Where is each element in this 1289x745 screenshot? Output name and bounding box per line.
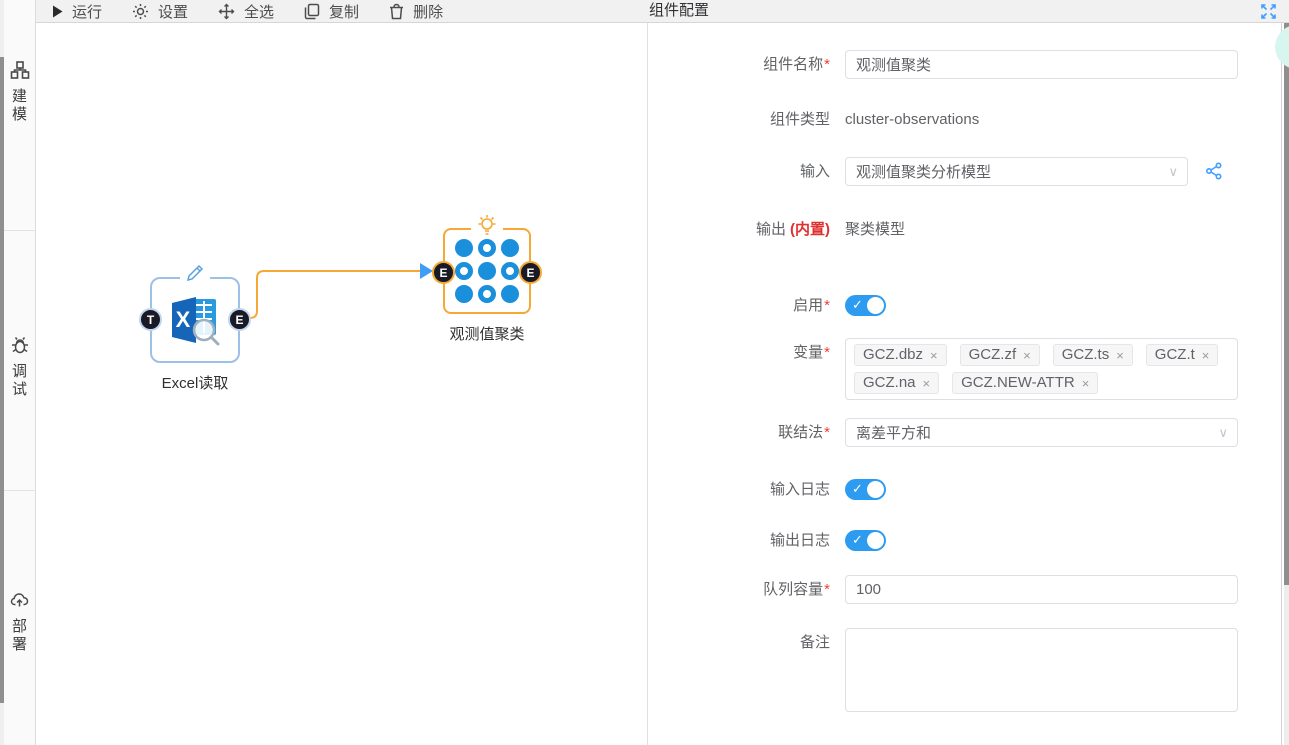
port-e-output[interactable]: E [519, 261, 542, 284]
chevron-down-icon: ∨ [1218, 425, 1228, 441]
required-asterisk: * [824, 56, 830, 73]
tag-remove-icon[interactable]: × [1082, 377, 1090, 390]
expand-icon[interactable] [1260, 3, 1277, 20]
sidebar-divider [4, 230, 35, 231]
tag-remove-icon[interactable]: × [1116, 349, 1124, 362]
field-label-variables: 变量* [648, 338, 830, 367]
right-scrollbar-track[interactable] [1284, 585, 1289, 745]
queue-capacity-input[interactable] [845, 575, 1238, 604]
run-button[interactable]: 运行 [52, 1, 102, 22]
toggle-knob [867, 297, 884, 314]
builtin-badge: (内置) [790, 221, 830, 238]
field-label-linkage: 联结法* [648, 418, 830, 447]
field-label-input-log: 输入日志 [648, 475, 830, 504]
chevron-down-icon: ∨ [1168, 164, 1178, 180]
required-asterisk: * [824, 424, 830, 441]
sidebar-item-label: 部署 [12, 618, 28, 654]
cloud-upload-icon [10, 590, 30, 610]
select-all-button[interactable]: 全选 [218, 1, 274, 22]
node-label: 观测值聚类 [412, 323, 562, 344]
copy-icon [304, 3, 320, 20]
variable-tag: GCZ.dbz× [854, 344, 947, 366]
field-label-remark: 备注 [648, 628, 830, 657]
enabled-toggle[interactable]: ✓ [845, 295, 886, 316]
sidebar-item-modeling[interactable]: 建模 [10, 60, 30, 124]
variable-tag: GCZ.NEW-ATTR× [952, 372, 1098, 394]
output-log-toggle[interactable]: ✓ [845, 530, 886, 551]
right-scrollbar-thumb[interactable] [1284, 23, 1289, 585]
sidebar-item-label: 调试 [12, 363, 28, 399]
node-cluster-observations[interactable]: E E 观测值聚类 [443, 228, 531, 314]
component-type-value: cluster-observations [845, 105, 979, 134]
node-label: Excel读取 [120, 372, 270, 393]
linkage-method-select[interactable]: 离差平方和 ∨ [845, 418, 1238, 447]
tag-remove-icon[interactable]: × [1202, 349, 1210, 362]
workflow-canvas[interactable]: X T E Excel读取 E [36, 23, 647, 745]
svg-text:X: X [176, 307, 191, 332]
toggle-knob [867, 481, 884, 498]
cluster-dots-icon [455, 239, 519, 303]
sidebar-item-label: 建模 [12, 88, 28, 124]
app-window: 建模 调试 部署 [0, 0, 1289, 745]
variable-tag: GCZ.na× [854, 372, 939, 394]
node-excel-reader[interactable]: X T E Excel读取 [150, 277, 240, 363]
field-label-enabled: 启用* [648, 291, 830, 320]
move-icon [218, 3, 235, 20]
field-label-input: 输入 [648, 157, 830, 186]
tag-remove-icon[interactable]: × [923, 377, 931, 390]
field-label-queue-capacity: 队列容量* [648, 575, 830, 604]
panel-divider [647, 0, 648, 745]
trash-icon [389, 3, 404, 20]
component-name-input[interactable] [845, 50, 1238, 79]
share-icon[interactable] [1205, 162, 1223, 180]
right-scrollbar-border [1281, 23, 1282, 745]
component-config-panel: 组件名称* 组件类型 cluster-observations 输入 观测值聚类… [648, 23, 1281, 745]
left-scrollbar-track[interactable] [0, 0, 4, 745]
output-value: 聚类模型 [845, 215, 905, 244]
delete-label: 删除 [413, 1, 443, 22]
copy-label: 复制 [329, 1, 359, 22]
check-icon: ✓ [852, 297, 863, 313]
excel-icon: X [152, 279, 238, 361]
left-sidebar: 建模 调试 部署 [4, 0, 36, 745]
settings-button[interactable]: 设置 [132, 1, 188, 22]
field-label-output-log: 输出日志 [648, 526, 830, 555]
sidebar-item-deploy[interactable]: 部署 [10, 590, 30, 654]
port-t-input[interactable]: T [139, 308, 162, 331]
settings-label: 设置 [158, 1, 188, 22]
toggle-knob [867, 532, 884, 549]
tag-remove-icon[interactable]: × [930, 349, 938, 362]
field-label-type: 组件类型 [648, 105, 830, 134]
required-asterisk: * [824, 297, 830, 314]
port-e-output[interactable]: E [228, 308, 251, 331]
check-icon: ✓ [852, 481, 863, 497]
select-all-label: 全选 [244, 1, 274, 22]
bug-icon [10, 335, 30, 355]
field-label-output: 输出(内置) [648, 215, 830, 244]
required-asterisk: * [824, 581, 830, 598]
field-label-name: 组件名称* [648, 50, 830, 79]
port-e-input[interactable]: E [432, 261, 455, 284]
variable-tag: GCZ.zf× [960, 344, 1040, 366]
input-model-select[interactable]: 观测值聚类分析模型 ∨ [845, 157, 1188, 186]
variable-tag: GCZ.t× [1146, 344, 1219, 366]
sidebar-item-debug[interactable]: 调试 [10, 335, 30, 399]
input-log-toggle[interactable]: ✓ [845, 479, 886, 500]
gear-icon [132, 3, 149, 20]
variables-tag-box[interactable]: GCZ.dbz× GCZ.zf× GCZ.ts× GCZ.t× GCZ.na× … [845, 338, 1238, 400]
delete-button[interactable]: 删除 [389, 1, 443, 22]
variable-tag: GCZ.ts× [1053, 344, 1133, 366]
top-toolbar: 运行 设置 全选 复制 [36, 0, 1289, 23]
check-icon: ✓ [852, 532, 863, 548]
play-icon [52, 5, 63, 18]
sitemap-icon [10, 60, 30, 80]
remark-textarea[interactable] [845, 628, 1238, 712]
copy-button[interactable]: 复制 [304, 1, 359, 22]
required-asterisk: * [824, 344, 830, 361]
sidebar-divider [4, 490, 35, 491]
left-scrollbar-thumb[interactable] [0, 57, 4, 703]
panel-title: 组件配置 [649, 0, 709, 22]
tag-remove-icon[interactable]: × [1023, 349, 1031, 362]
run-label: 运行 [72, 1, 102, 22]
